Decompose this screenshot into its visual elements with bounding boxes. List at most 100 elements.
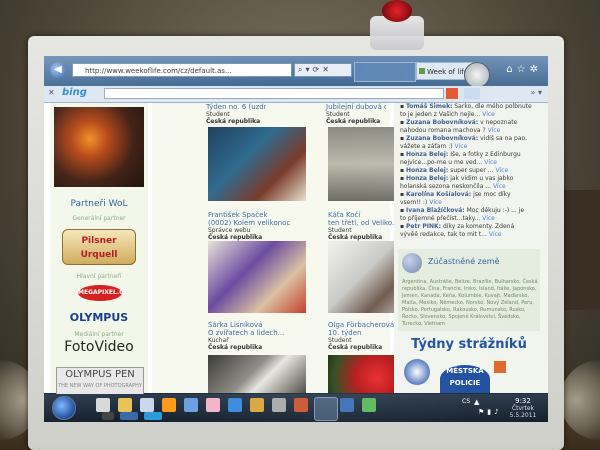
comment-author[interactable]: Honza Belej: — [406, 167, 448, 174]
more-link[interactable]: Více — [488, 127, 501, 134]
back-arrow-icon[interactable]: ◀ — [50, 62, 66, 78]
comment-line: vývěě redakce, tak to mit t... Více — [400, 231, 544, 239]
comment-line: ▪ Petr PINK: díky za komenty. Zdená — [400, 223, 515, 230]
tab-ie-blank[interactable] — [354, 62, 416, 82]
close-icon[interactable]: ✕ — [48, 88, 55, 97]
entry-title[interactable]: Týden no. 6 (uzdraví ... — [152, 103, 266, 111]
more-link[interactable]: Více — [484, 159, 497, 166]
olympus-pen-logo[interactable]: OLYMPUS PEN THE NEW WAY OF PHOTOGRAPHY — [56, 367, 144, 395]
folder-icon[interactable] — [118, 398, 132, 412]
entry-author[interactable]: Šárka Lisníková — [208, 321, 322, 329]
bing-search-button[interactable] — [446, 88, 458, 99]
paint-icon[interactable] — [206, 398, 220, 412]
media-icon[interactable] — [162, 398, 176, 412]
app-icon[interactable] — [250, 398, 264, 412]
explorer-icon[interactable] — [140, 398, 154, 412]
megapixel-logo[interactable]: MEGAPIXEL.CZ — [78, 285, 128, 301]
more-link[interactable]: Více — [493, 183, 506, 190]
promo-title[interactable]: Týdny strážníků — [398, 337, 540, 352]
browser-toolbar-icons[interactable]: ⌂☆✲ — [506, 64, 542, 75]
comment-text: nejvice...po-me u me ved... — [400, 159, 483, 166]
green-app-icon[interactable] — [362, 398, 376, 412]
comment-text: to příjemné přečíst...taky... — [400, 215, 481, 222]
comment-author[interactable]: Tomáš Šimek: — [406, 103, 452, 110]
comment-author[interactable]: Petr PINK: — [406, 223, 441, 230]
pilsner-urquell-logo[interactable]: Pilsner Urquell — [62, 229, 136, 265]
countries-list[interactable]: Argentina, Austrálie, Belize, Brazílie, … — [402, 279, 538, 328]
more-link[interactable]: Více — [455, 143, 468, 150]
start-button[interactable] — [52, 396, 76, 420]
more-link[interactable]: Více — [489, 231, 502, 238]
tool-icon[interactable] — [294, 398, 308, 412]
comment-author[interactable]: Karolína Košíalová: — [406, 191, 471, 198]
more-link[interactable]: Více — [482, 111, 495, 118]
entry-title[interactable]: O zvířatech a lidech... — [208, 329, 322, 337]
bing-toolbar-extra-icon[interactable] — [464, 88, 480, 99]
clock-day: Čtvrtek — [511, 405, 535, 412]
bing-search-input[interactable] — [104, 88, 444, 99]
comment-text: Moc děkuju :-) ... je — [466, 207, 525, 214]
comment-text: vážete a záťam :) — [400, 143, 453, 150]
dinosaur-photo[interactable] — [208, 127, 306, 201]
more-link[interactable]: Více — [482, 215, 495, 222]
comment-text: nahodou romana machova ? — [400, 127, 486, 134]
media-partner-label: Mediální partner — [74, 331, 124, 338]
entry-card[interactable]: Jubilejní dubová dvací... Student Česká … — [272, 103, 386, 125]
entry-country: Česká republika — [326, 118, 381, 125]
address-bar[interactable]: http://www.weekoflife.com/cz/default.as.… — [72, 63, 292, 77]
language-indicator[interactable]: CS — [462, 398, 470, 405]
comment-author[interactable]: Honza Belej: — [406, 175, 448, 182]
toolbar-arrows-icon[interactable]: » ▾ — [531, 88, 542, 97]
ie-taskbar-icon[interactable] — [314, 397, 338, 421]
clock-gadget-icon — [464, 62, 490, 88]
comments-sidebar: ▪ Tomáš Šimek: Šarko, dle mého polbnute … — [394, 103, 548, 393]
calculator-icon[interactable] — [228, 398, 242, 412]
taskbar-row2-icon[interactable] — [102, 412, 114, 420]
web-page: Partneři WoL Generální partner Pilsner U… — [44, 103, 548, 395]
olympus-logo[interactable]: OLYMPUS — [50, 311, 148, 324]
fotovideo-logo[interactable]: FotoVideo — [50, 339, 148, 355]
comment-text: Šarko, dle mého polbnute — [454, 103, 532, 110]
entry-title[interactable]: (0002) Kolem velikonoc — [208, 219, 322, 227]
notepad-icon[interactable] — [96, 398, 110, 412]
tray-status-icons[interactable]: ⚑▮♪ — [478, 408, 502, 416]
cow-photo[interactable] — [208, 355, 306, 393]
windows-taskbar: CS ▲ ⚑▮♪ 9:32 Čtvrtek 5.5.2011 — [44, 394, 548, 422]
entry-card[interactable]: Šárka Lisníková O zvířatech a lidech... … — [208, 321, 322, 351]
olympus-pen-subtitle: THE NEW WAY OF PHOTOGRAPHY — [58, 383, 142, 389]
comment-author[interactable]: Honza Belej: — [406, 151, 448, 158]
taskbar-row2-icon[interactable] — [120, 412, 138, 420]
tray-expand-icon[interactable]: ▲ — [474, 398, 479, 406]
entry-card[interactable]: František Špaček (0002) Kolem velikonoc … — [208, 211, 322, 241]
skype-icon[interactable] — [144, 412, 162, 420]
general-partner-label: Generální partner — [72, 215, 126, 222]
clock-date: 5.5.2011 — [509, 412, 537, 419]
comment-text: v nepoznate — [480, 119, 518, 126]
entries-grid: Týden no. 6 (uzdraví ... Student Česká r… — [152, 103, 426, 393]
entry-country: Česká republika — [208, 344, 263, 351]
favicon-icon — [419, 68, 425, 74]
olympus-pen-title: OLYMPUS PEN — [65, 369, 135, 380]
comment-line: nejvice...po-me u me ved... Více — [400, 159, 544, 167]
comment-author[interactable]: Zuzana Bobovníková: — [406, 119, 478, 126]
comment-line: ▪ Karolína Košíalová: jse moc díky — [400, 191, 511, 198]
sunset-photo[interactable] — [54, 107, 144, 187]
more-link[interactable]: Více — [429, 199, 442, 206]
address-controls[interactable]: ⌕▾⟳✕ — [294, 63, 352, 77]
comment-author[interactable]: Zuzana Bobovníková: — [406, 135, 478, 142]
word-icon[interactable] — [184, 398, 198, 412]
kitchen-photo[interactable] — [208, 241, 306, 313]
clock-time[interactable]: 9:32 — [506, 397, 540, 405]
entry-card[interactable]: Týden no. 6 (uzdraví ... Student Česká r… — [152, 103, 266, 125]
comment-line: to je jeden z Vašich nejle... Více — [400, 111, 544, 119]
photo-icon[interactable] — [340, 398, 354, 412]
entry-role: Student — [326, 111, 350, 118]
comment-text: vsem!! :) — [400, 199, 428, 206]
more-link[interactable]: Více — [495, 167, 508, 174]
network-icon[interactable] — [272, 398, 286, 412]
entry-author[interactable]: František Špaček — [208, 211, 322, 219]
police-banner[interactable]: MĚSTSKÁ POLICIE — [440, 365, 490, 393]
entry-title[interactable]: Jubilejní dubová dvací... — [272, 103, 386, 111]
comment-author[interactable]: Ivana Blažíčková: — [406, 207, 465, 214]
comment-line: ▪ Honza Belej: Iše, a fotky z Edinburgu — [400, 151, 521, 158]
